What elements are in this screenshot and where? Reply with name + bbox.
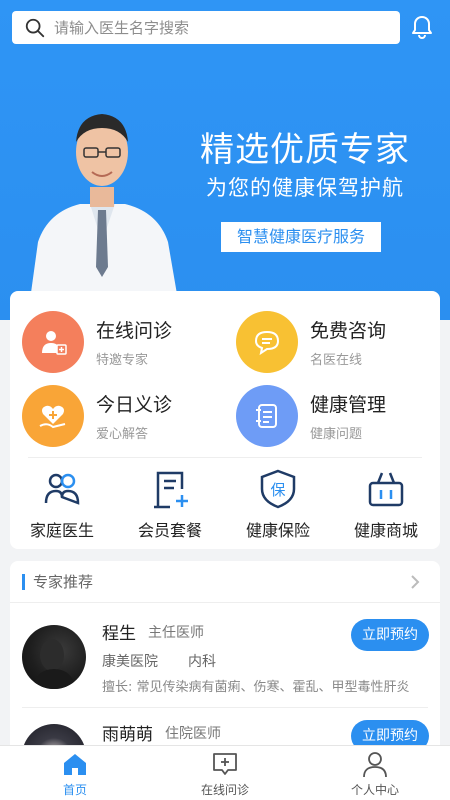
service-subtitle: 特邀专家	[96, 353, 149, 368]
chevron-right-icon[interactable]	[408, 574, 422, 590]
user-icon	[363, 752, 387, 778]
service-subtitle: 爱心解答	[96, 427, 149, 442]
expert-card: 专家推荐 程生 主任医师 康美医院 内科 擅长: 常见传染病有菌痢、伤寒、霍乱、…	[10, 561, 440, 761]
nav-home[interactable]: 首页	[0, 750, 150, 798]
membership-icon	[154, 471, 188, 509]
service-title: 免费咨询	[310, 320, 387, 342]
section-marker	[22, 573, 25, 590]
hero-banner[interactable]: 请输入医生名字搜索 精选优质专家 为您的健康保驾护航 智慧健康医疗服务	[0, 0, 450, 320]
doctor-title: 住院医师	[165, 726, 221, 742]
mini-family-doctor[interactable]: 家庭医生	[8, 467, 116, 541]
mini-label: 家庭医生	[29, 521, 94, 540]
mini-label: 健康商城	[353, 521, 418, 540]
doctor-specialty: 擅长: 常见传染病有菌痢、伤寒、霍乱、甲型毒性肝炎	[102, 680, 410, 695]
svg-text:保: 保	[270, 481, 285, 499]
service-subtitle: 健康问题	[310, 427, 363, 442]
service-title: 健康管理	[310, 394, 387, 416]
nav-label: 个人中心	[350, 783, 399, 797]
mini-health-mall[interactable]: 健康商城	[332, 467, 440, 541]
service-card: 在线问诊 特邀专家 免费咨询 名医在线 今日义诊 爱心解答 健康管理 健康问题	[10, 291, 440, 549]
doctor-hospital: 康美医院	[102, 654, 158, 670]
family-doctor-icon	[44, 473, 80, 505]
nav-label: 在线问诊	[200, 783, 249, 797]
service-online-consult[interactable]: 在线问诊 特邀专家	[22, 311, 172, 373]
book-now-button[interactable]: 立即预约	[351, 619, 429, 651]
bottom-nav: 首页 在线问诊 个人中心	[0, 745, 450, 800]
service-title: 在线问诊	[96, 320, 173, 342]
chat-bubble-icon	[236, 311, 298, 373]
banner-subtitle: 为您的健康保驾护航	[206, 176, 404, 200]
banner-tag[interactable]: 智慧健康医疗服务	[221, 222, 381, 252]
section-title: 专家推荐	[33, 573, 94, 591]
avatar	[22, 625, 86, 689]
consult-icon	[213, 753, 237, 775]
nav-consult[interactable]: 在线问诊	[150, 750, 300, 798]
mini-label: 健康保险	[245, 521, 310, 540]
service-health-management[interactable]: 健康管理 健康问题	[236, 385, 386, 447]
home-icon	[64, 754, 86, 775]
service-subtitle: 名医在线	[310, 353, 363, 368]
bell-icon[interactable]	[408, 13, 436, 41]
health-record-icon	[236, 385, 298, 447]
doctor-row[interactable]: 程生 主任医师 康美医院 内科 擅长: 常见传染病有菌痢、伤寒、霍乱、甲型毒性肝…	[10, 603, 440, 707]
doctor-name: 雨萌萌	[102, 725, 153, 745]
search-bar[interactable]: 请输入医生名字搜索	[12, 11, 400, 44]
divider	[28, 457, 422, 458]
mini-membership[interactable]: 会员套餐	[116, 467, 224, 541]
banner-title: 精选优质专家	[200, 130, 410, 170]
service-title: 今日义诊	[96, 394, 173, 416]
expert-header[interactable]: 专家推荐	[10, 561, 440, 603]
service-free-clinic[interactable]: 今日义诊 爱心解答	[22, 385, 172, 447]
service-free-consult[interactable]: 免费咨询 名医在线	[236, 311, 386, 373]
search-icon	[25, 18, 45, 37]
doctor-name: 程生	[102, 624, 136, 644]
doctor-department: 内科	[188, 654, 216, 670]
mini-label: 会员套餐	[137, 521, 202, 540]
insurance-shield-icon: 保	[260, 469, 296, 509]
shopping-basket-icon	[368, 472, 404, 507]
search-input[interactable]: 请输入医生名字搜索	[54, 17, 189, 38]
heart-hand-icon	[22, 385, 84, 447]
mini-insurance[interactable]: 保 健康保险	[224, 467, 332, 541]
nav-profile[interactable]: 个人中心	[300, 750, 450, 798]
doctor-plus-icon	[22, 311, 84, 373]
nav-label: 首页	[62, 783, 87, 797]
doctor-illustration	[30, 114, 178, 300]
doctor-title: 主任医师	[148, 625, 204, 641]
